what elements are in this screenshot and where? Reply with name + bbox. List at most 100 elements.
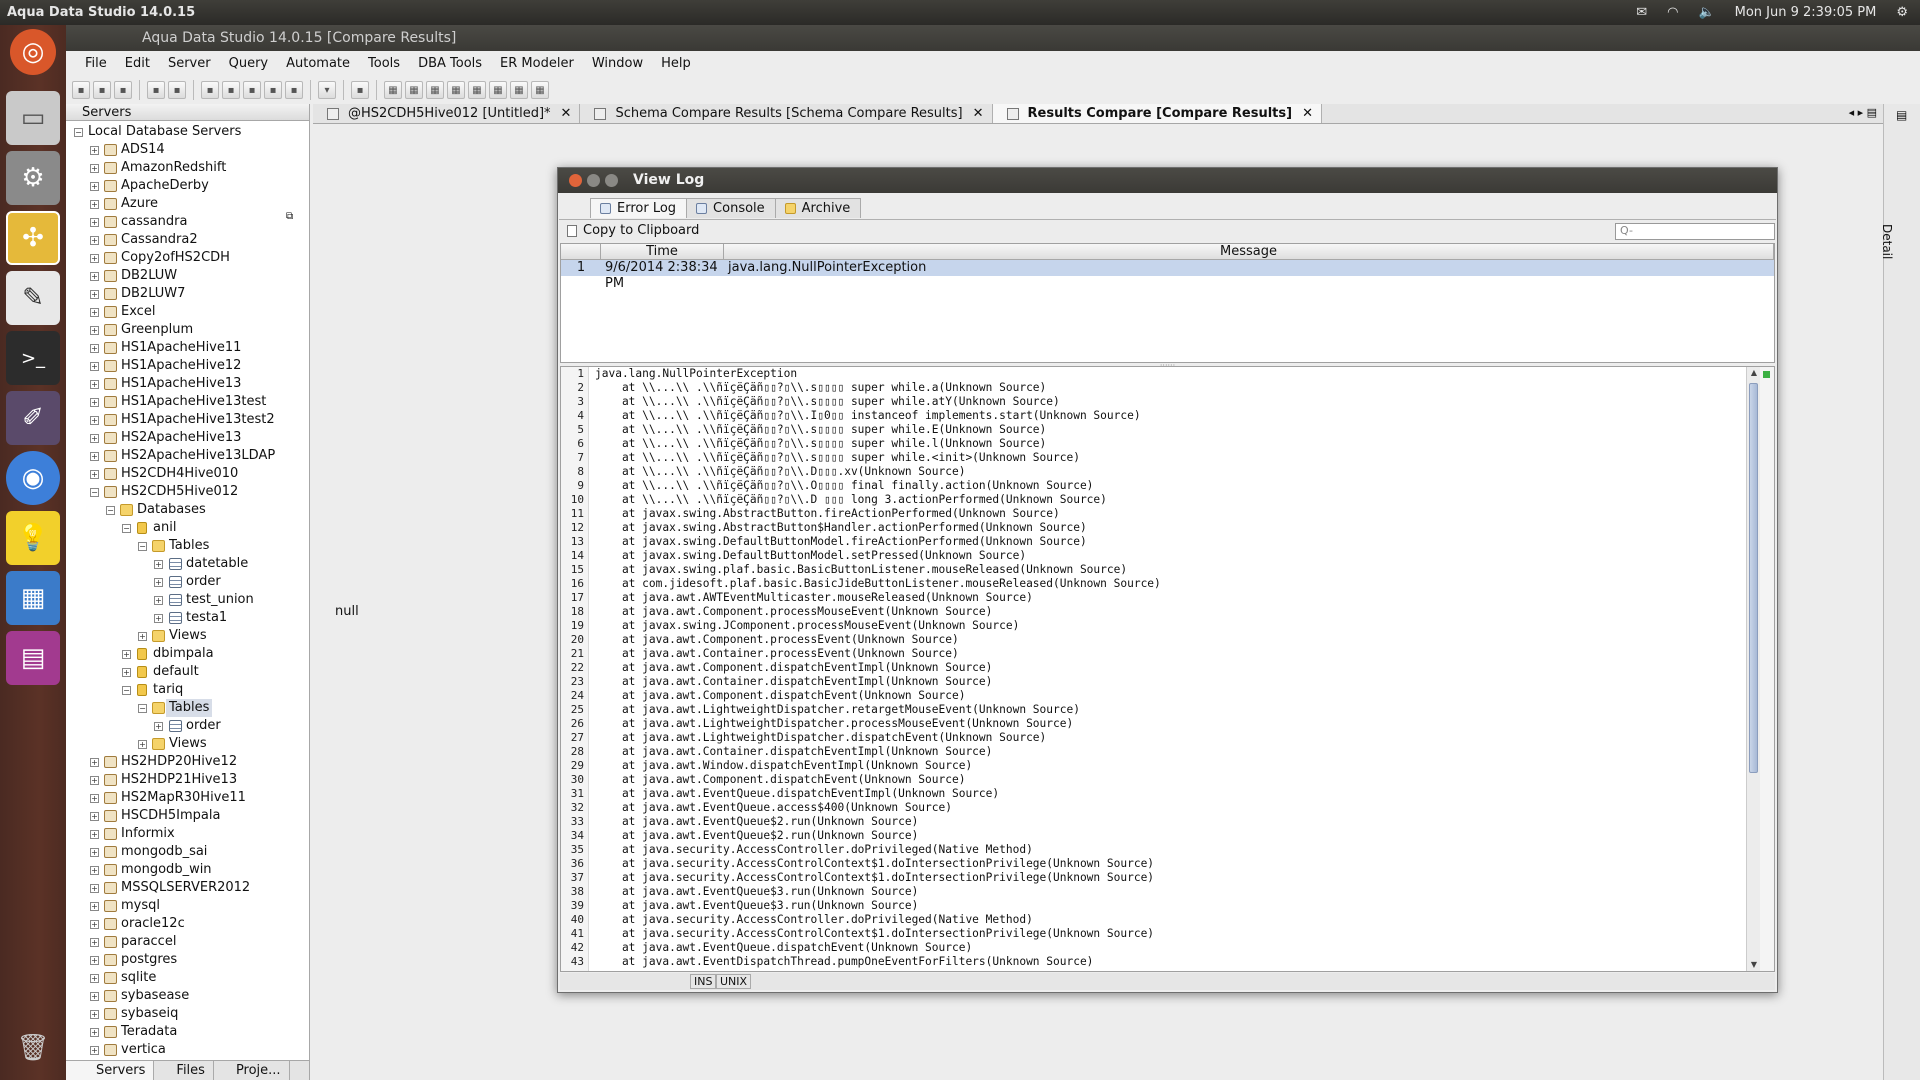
tree-server-item[interactable]: + mongodb_sai bbox=[66, 843, 309, 861]
grid-icon[interactable]: ▦ bbox=[384, 81, 402, 99]
tree-server-item[interactable]: + HS2ApacheHive13 bbox=[66, 429, 309, 447]
detail-label[interactable]: Detail bbox=[1880, 224, 1894, 259]
menu-edit[interactable]: Edit bbox=[116, 56, 159, 71]
chrome-icon[interactable]: ◉ bbox=[6, 451, 60, 505]
tool-dropdown-icon[interactable]: ▾ bbox=[318, 81, 336, 99]
tree-table-item[interactable]: + testa1 bbox=[66, 609, 309, 627]
tree-db-tariq[interactable]: − tariq bbox=[66, 681, 309, 699]
tab-query-editor[interactable]: @HS2CDH5Hive012 [Untitled]* ✕ bbox=[313, 104, 581, 123]
tree-views[interactable]: + Views bbox=[66, 627, 309, 645]
clock[interactable]: Mon Jun 9 2:39:05 PM bbox=[1735, 5, 1877, 20]
tab-error-log[interactable]: Error Log bbox=[590, 198, 688, 218]
scroll-up-icon[interactable]: ▲ bbox=[1748, 367, 1760, 379]
menu-automate[interactable]: Automate bbox=[277, 56, 359, 71]
edit-server-icon[interactable]: ▪ bbox=[93, 81, 111, 99]
tree-table-item[interactable]: + test_union bbox=[66, 591, 309, 609]
collapse-icon[interactable]: − bbox=[122, 524, 131, 533]
menu-er-modeler[interactable]: ER Modeler bbox=[491, 56, 583, 71]
tree-server-item[interactable]: + HS2HDP21Hive13 bbox=[66, 771, 309, 789]
expand-icon[interactable]: + bbox=[90, 1028, 99, 1037]
new-server-icon[interactable]: ▪ bbox=[72, 81, 90, 99]
query-new-icon[interactable]: ▪ bbox=[168, 81, 186, 99]
expand-icon[interactable]: + bbox=[90, 146, 99, 155]
copy-to-clipboard-button[interactable]: Copy to Clipboard bbox=[567, 223, 699, 238]
menu-file[interactable]: File bbox=[76, 56, 116, 71]
menu-window[interactable]: Window bbox=[583, 56, 652, 71]
expand-icon[interactable]: + bbox=[90, 992, 99, 1001]
tree-tables[interactable]: − Tables bbox=[66, 537, 309, 555]
expand-icon[interactable]: + bbox=[90, 848, 99, 857]
tree-table-item[interactable]: + order bbox=[66, 573, 309, 591]
expand-icon[interactable]: + bbox=[90, 452, 99, 461]
collapse-icon[interactable]: − bbox=[138, 542, 147, 551]
query-icon[interactable]: ▪ bbox=[147, 81, 165, 99]
tree-server-item[interactable]: + HS1ApacheHive13test bbox=[66, 393, 309, 411]
expand-icon[interactable]: + bbox=[90, 326, 99, 335]
tab-archive[interactable]: Archive bbox=[774, 198, 862, 218]
tree-server-item[interactable]: + Excel bbox=[66, 303, 309, 321]
expand-icon[interactable]: + bbox=[90, 398, 99, 407]
collapse-icon[interactable]: − bbox=[74, 128, 83, 137]
tree-server-item[interactable]: + mongodb_win bbox=[66, 861, 309, 879]
tree-server-item[interactable]: + paraccel bbox=[66, 933, 309, 951]
files-icon[interactable]: ▭ bbox=[6, 91, 60, 145]
maximize-window-icon[interactable] bbox=[605, 174, 618, 187]
menu-server[interactable]: Server bbox=[159, 56, 220, 71]
trash-icon[interactable]: 🗑 bbox=[6, 1021, 60, 1075]
close-window-icon[interactable] bbox=[569, 174, 582, 187]
menu-query[interactable]: Query bbox=[220, 56, 278, 71]
collapse-icon[interactable]: − bbox=[106, 506, 115, 515]
tool-icon[interactable]: ▪ bbox=[201, 81, 219, 99]
tab-nav-arrows-icon[interactable]: ◂ ▸ ▤ bbox=[1843, 104, 1883, 123]
expand-icon[interactable]: + bbox=[90, 254, 99, 263]
expand-icon[interactable]: + bbox=[122, 650, 131, 659]
expand-icon[interactable]: + bbox=[90, 218, 99, 227]
tree-server-item[interactable]: + ApacheDerby bbox=[66, 177, 309, 195]
expand-icon[interactable]: + bbox=[90, 974, 99, 983]
expand-icon[interactable]: + bbox=[90, 884, 99, 893]
menu-tools[interactable]: Tools bbox=[359, 56, 409, 71]
settings-icon[interactable]: ⚙ bbox=[6, 151, 60, 205]
tab-files[interactable]: Files bbox=[154, 1061, 214, 1080]
close-icon[interactable]: ✕ bbox=[561, 106, 572, 121]
expand-icon[interactable]: + bbox=[90, 1046, 99, 1055]
scroll-thumb[interactable] bbox=[1749, 383, 1758, 773]
menu-help[interactable]: Help bbox=[652, 56, 700, 71]
expand-icon[interactable]: + bbox=[90, 344, 99, 353]
print-icon[interactable]: ▪ bbox=[351, 81, 369, 99]
minimize-window-icon[interactable] bbox=[587, 174, 600, 187]
tree-root[interactable]: − Local Database Servers bbox=[66, 123, 309, 141]
expand-icon[interactable]: + bbox=[90, 1010, 99, 1019]
expand-icon[interactable]: + bbox=[90, 308, 99, 317]
log-text-area[interactable]: 1 2 3 4 5 6 7 8 9 10 11 12 13 14 15 16 17 18 19 20 21 22 23 24 2… bbox=[560, 366, 1775, 972]
expand-icon[interactable]: + bbox=[90, 866, 99, 875]
tree-server-item[interactable]: + Informix bbox=[66, 825, 309, 843]
menu-dba-tools[interactable]: DBA Tools bbox=[409, 56, 491, 71]
expand-icon[interactable]: + bbox=[90, 164, 99, 173]
tool-icon[interactable]: ▪ bbox=[264, 81, 282, 99]
tree-db-anil[interactable]: − anil bbox=[66, 519, 309, 537]
grid-icon[interactable]: ▦ bbox=[405, 81, 423, 99]
tab-results-compare[interactable]: Results Compare [Compare Results] ✕ bbox=[992, 104, 1322, 123]
tree-server-item[interactable]: + HS2HDP20Hive12 bbox=[66, 753, 309, 771]
text-editor-icon[interactable]: ✎ bbox=[6, 271, 60, 325]
tree-server-item[interactable]: + HS2CDH4Hive010 bbox=[66, 465, 309, 483]
tree-server-item[interactable]: + HS2MapR30Hive11 bbox=[66, 789, 309, 807]
tree-server-item[interactable]: + MSSQLSERVER2012 bbox=[66, 879, 309, 897]
search-input[interactable]: Q- bbox=[1615, 223, 1775, 240]
tab-console[interactable]: Console bbox=[686, 198, 776, 218]
expand-icon[interactable]: + bbox=[90, 938, 99, 947]
tree-server-item[interactable]: + Azure bbox=[66, 195, 309, 213]
tree-table-item[interactable]: + datetable bbox=[66, 555, 309, 573]
aqua-data-studio-icon[interactable]: ✣ bbox=[6, 211, 60, 265]
tree-server-item[interactable]: + HS1ApacheHive13 bbox=[66, 375, 309, 393]
connect-icon[interactable]: ▪ bbox=[114, 81, 132, 99]
dev-tool-icon[interactable]: ✐ bbox=[6, 391, 60, 445]
expand-icon[interactable]: + bbox=[90, 416, 99, 425]
expand-icon[interactable]: + bbox=[90, 380, 99, 389]
volume-icon[interactable]: 🔈 bbox=[1698, 5, 1714, 20]
expand-icon[interactable]: + bbox=[90, 200, 99, 209]
tree-server-item[interactable]: + sybaseiq bbox=[66, 1005, 309, 1023]
tree-server-item[interactable]: + DB2LUW bbox=[66, 267, 309, 285]
expand-icon[interactable]: + bbox=[90, 182, 99, 191]
